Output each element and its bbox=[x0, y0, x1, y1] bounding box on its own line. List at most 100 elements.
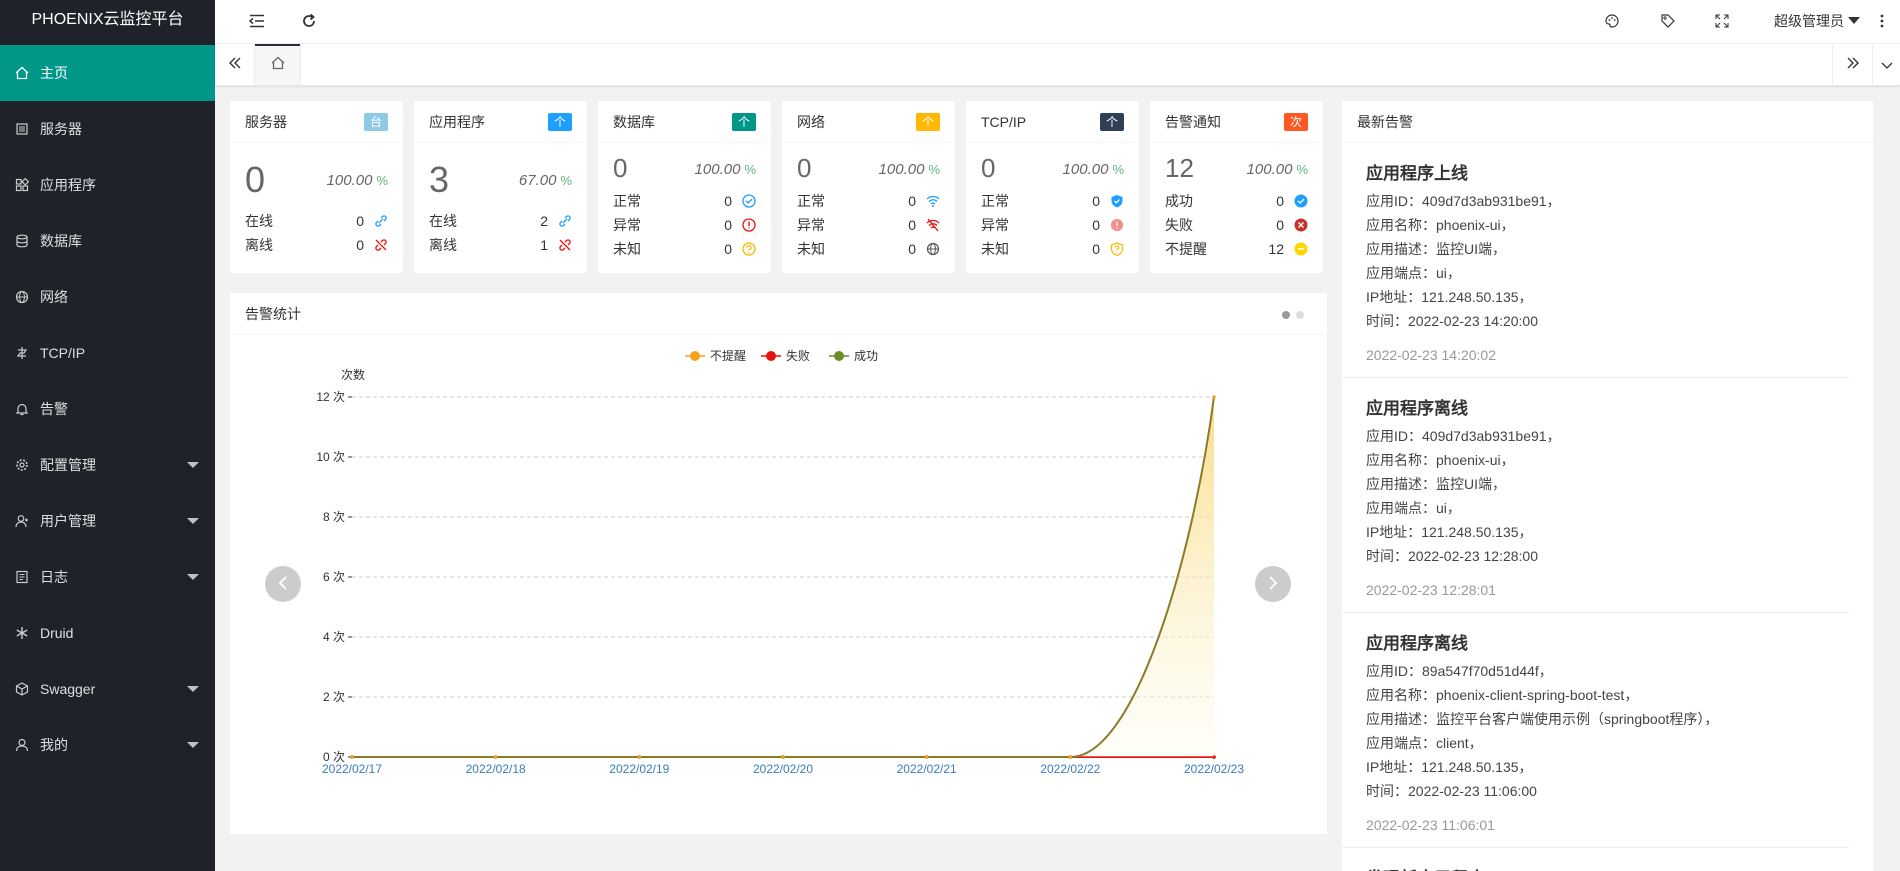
alert-item: 应用程序离线 应用ID：409d7d3ab931be91， 应用名称：phoenix… bbox=[1342, 394, 1849, 613]
row-value: 0 bbox=[356, 213, 364, 229]
panel-header: 告警统计 bbox=[230, 293, 1327, 335]
link-icon bbox=[559, 215, 571, 227]
x-tick-label: 2022/02/20 bbox=[753, 762, 813, 776]
percent-value: 100.00 bbox=[326, 172, 373, 189]
double-chevron-right-icon bbox=[1846, 56, 1860, 73]
row-value: 0 bbox=[908, 217, 916, 233]
alert-detail-line: 应用描述：监控平台客户端使用示例（springboot程序）， bbox=[1366, 711, 1719, 727]
card-header: 告警通知 次 bbox=[1150, 101, 1323, 143]
card-row-abnormal: 异常 0 bbox=[797, 215, 940, 235]
row-value: 0 bbox=[1092, 241, 1100, 257]
check-circle-filled-icon bbox=[1294, 194, 1308, 208]
row-label: 失败 bbox=[1165, 217, 1193, 233]
sidebar-item-apps[interactable]: 应用程序 bbox=[0, 157, 215, 213]
unlink-icon bbox=[375, 239, 387, 251]
tab-home[interactable] bbox=[255, 44, 301, 85]
sidebar-item-mine[interactable]: 我的 bbox=[0, 717, 215, 773]
row-label: 异常 bbox=[981, 217, 1009, 233]
alert-detail-line: 应用描述：监控UI端， bbox=[1366, 241, 1506, 257]
sidebar-toggle-button[interactable] bbox=[235, 0, 279, 44]
card-row-unknown: 未知 0 bbox=[797, 239, 940, 259]
chevron-down-icon bbox=[1848, 17, 1860, 24]
alert-detail-line: 应用端点：ui， bbox=[1366, 265, 1461, 281]
panel-title: 告警统计 bbox=[245, 306, 301, 322]
percent-sign: % bbox=[376, 173, 388, 188]
alarm-stats-panel: 告警统计 不提醒 失败 成功 次数 0 次2 次4 次6 次8 次 10 次 12 次 202… bbox=[230, 293, 1327, 834]
row-label: 离线 bbox=[429, 237, 457, 253]
chevron-down-icon bbox=[187, 518, 199, 524]
tag-button[interactable] bbox=[1648, 0, 1688, 44]
chevron-down-icon bbox=[1881, 57, 1893, 73]
sidebar-item-label: 网络 bbox=[40, 289, 68, 305]
card-row-online: 在线 2 bbox=[429, 211, 572, 231]
percent-sign: % bbox=[560, 173, 572, 188]
row-label: 正常 bbox=[797, 193, 825, 209]
card-title: 告警通知 bbox=[1165, 114, 1221, 130]
user-menu[interactable]: 超级管理员 bbox=[1774, 0, 1860, 44]
carousel-dot-1[interactable] bbox=[1282, 311, 1290, 319]
legend-marker bbox=[766, 351, 776, 361]
card-percent: 100.00% bbox=[695, 161, 756, 178]
percent-sign: % bbox=[1296, 162, 1308, 177]
card-header: 网络 个 bbox=[782, 101, 955, 143]
y-tick-label: 10 次 bbox=[316, 450, 345, 464]
card-row-unknown: 未知 0 bbox=[613, 239, 756, 259]
card-header: 服务器 台 bbox=[230, 101, 403, 143]
row-value: 12 bbox=[1268, 241, 1284, 257]
tab-menu-button[interactable] bbox=[1872, 44, 1900, 85]
card-row-online: 在线 0 bbox=[245, 211, 388, 231]
stat-card-database: 数据库 个 0 100.00% 正常 0 异常 0 未知 0 bbox=[598, 101, 771, 273]
card-row-normal: 正常 0 bbox=[797, 191, 940, 211]
unit-badge: 个 bbox=[732, 113, 756, 131]
theme-button[interactable] bbox=[1592, 0, 1632, 44]
fullscreen-button[interactable] bbox=[1702, 0, 1742, 44]
sidebar-item-alarm[interactable]: 告警 bbox=[0, 381, 215, 437]
sidebar-item-tcpip[interactable]: TCP/IP bbox=[0, 325, 215, 381]
tab-scroll-right-button[interactable] bbox=[1832, 44, 1872, 85]
tab-bar bbox=[215, 44, 1900, 86]
x-tick-label: 2022/02/21 bbox=[897, 762, 957, 776]
warning-circle-icon bbox=[742, 218, 756, 232]
globe-icon bbox=[14, 269, 30, 325]
percent-value: 100.00 bbox=[1062, 161, 1109, 178]
more-options-button[interactable] bbox=[1864, 0, 1900, 44]
row-value: 0 bbox=[724, 241, 732, 257]
sidebar-item-database[interactable]: 数据库 bbox=[0, 213, 215, 269]
legend-label: 成功 bbox=[854, 349, 878, 363]
sidebar-item-label: 主页 bbox=[40, 65, 68, 81]
row-value: 0 bbox=[724, 217, 732, 233]
sidebar-item-user-manage[interactable]: 用户管理 bbox=[0, 493, 215, 549]
alert-detail-line: IP地址：121.248.50.135， bbox=[1366, 289, 1533, 305]
sidebar-item-server[interactable]: 服务器 bbox=[0, 101, 215, 157]
sidebar-item-config[interactable]: 配置管理 bbox=[0, 437, 215, 493]
alert-detail-line: 应用名称：phoenix-ui， bbox=[1366, 452, 1515, 468]
refresh-button[interactable] bbox=[287, 0, 331, 44]
alert-detail-line: 应用ID：409d7d3ab931be91， bbox=[1366, 193, 1561, 209]
druid-icon bbox=[14, 605, 30, 661]
shield-check-icon bbox=[1111, 195, 1123, 208]
carousel-prev-button[interactable] bbox=[265, 566, 301, 602]
cube-icon bbox=[14, 661, 30, 717]
sidebar-item-home[interactable]: 主页 bbox=[0, 45, 215, 101]
card-total: 3 bbox=[429, 159, 450, 200]
sidebar-item-swagger[interactable]: Swagger bbox=[0, 661, 215, 717]
percent-value: 100.00 bbox=[1246, 161, 1293, 178]
sidebar-item-druid[interactable]: Druid bbox=[0, 605, 215, 661]
row-label: 在线 bbox=[245, 213, 273, 229]
sidebar-item-label: 我的 bbox=[40, 737, 68, 753]
row-value: 0 bbox=[1276, 193, 1284, 209]
sidebar-item-label: 用户管理 bbox=[40, 513, 96, 529]
sidebar-item-label: 配置管理 bbox=[40, 457, 96, 473]
y-tick-label: 12 次 bbox=[316, 390, 345, 404]
carousel-dot-2[interactable] bbox=[1296, 311, 1304, 319]
chevron-down-icon bbox=[187, 742, 199, 748]
sidebar-item-label: 数据库 bbox=[40, 233, 82, 249]
tab-scroll-left-button[interactable] bbox=[215, 44, 255, 85]
alert-title: 发现新应用程序 bbox=[1366, 864, 1839, 871]
unlink-icon bbox=[559, 239, 571, 251]
card-total: 12 bbox=[1165, 153, 1194, 183]
sidebar-item-log[interactable]: 日志 bbox=[0, 549, 215, 605]
card-row-success: 成功 0 bbox=[1165, 191, 1308, 211]
sidebar-item-network[interactable]: 网络 bbox=[0, 269, 215, 325]
carousel-next-button[interactable] bbox=[1255, 566, 1291, 602]
